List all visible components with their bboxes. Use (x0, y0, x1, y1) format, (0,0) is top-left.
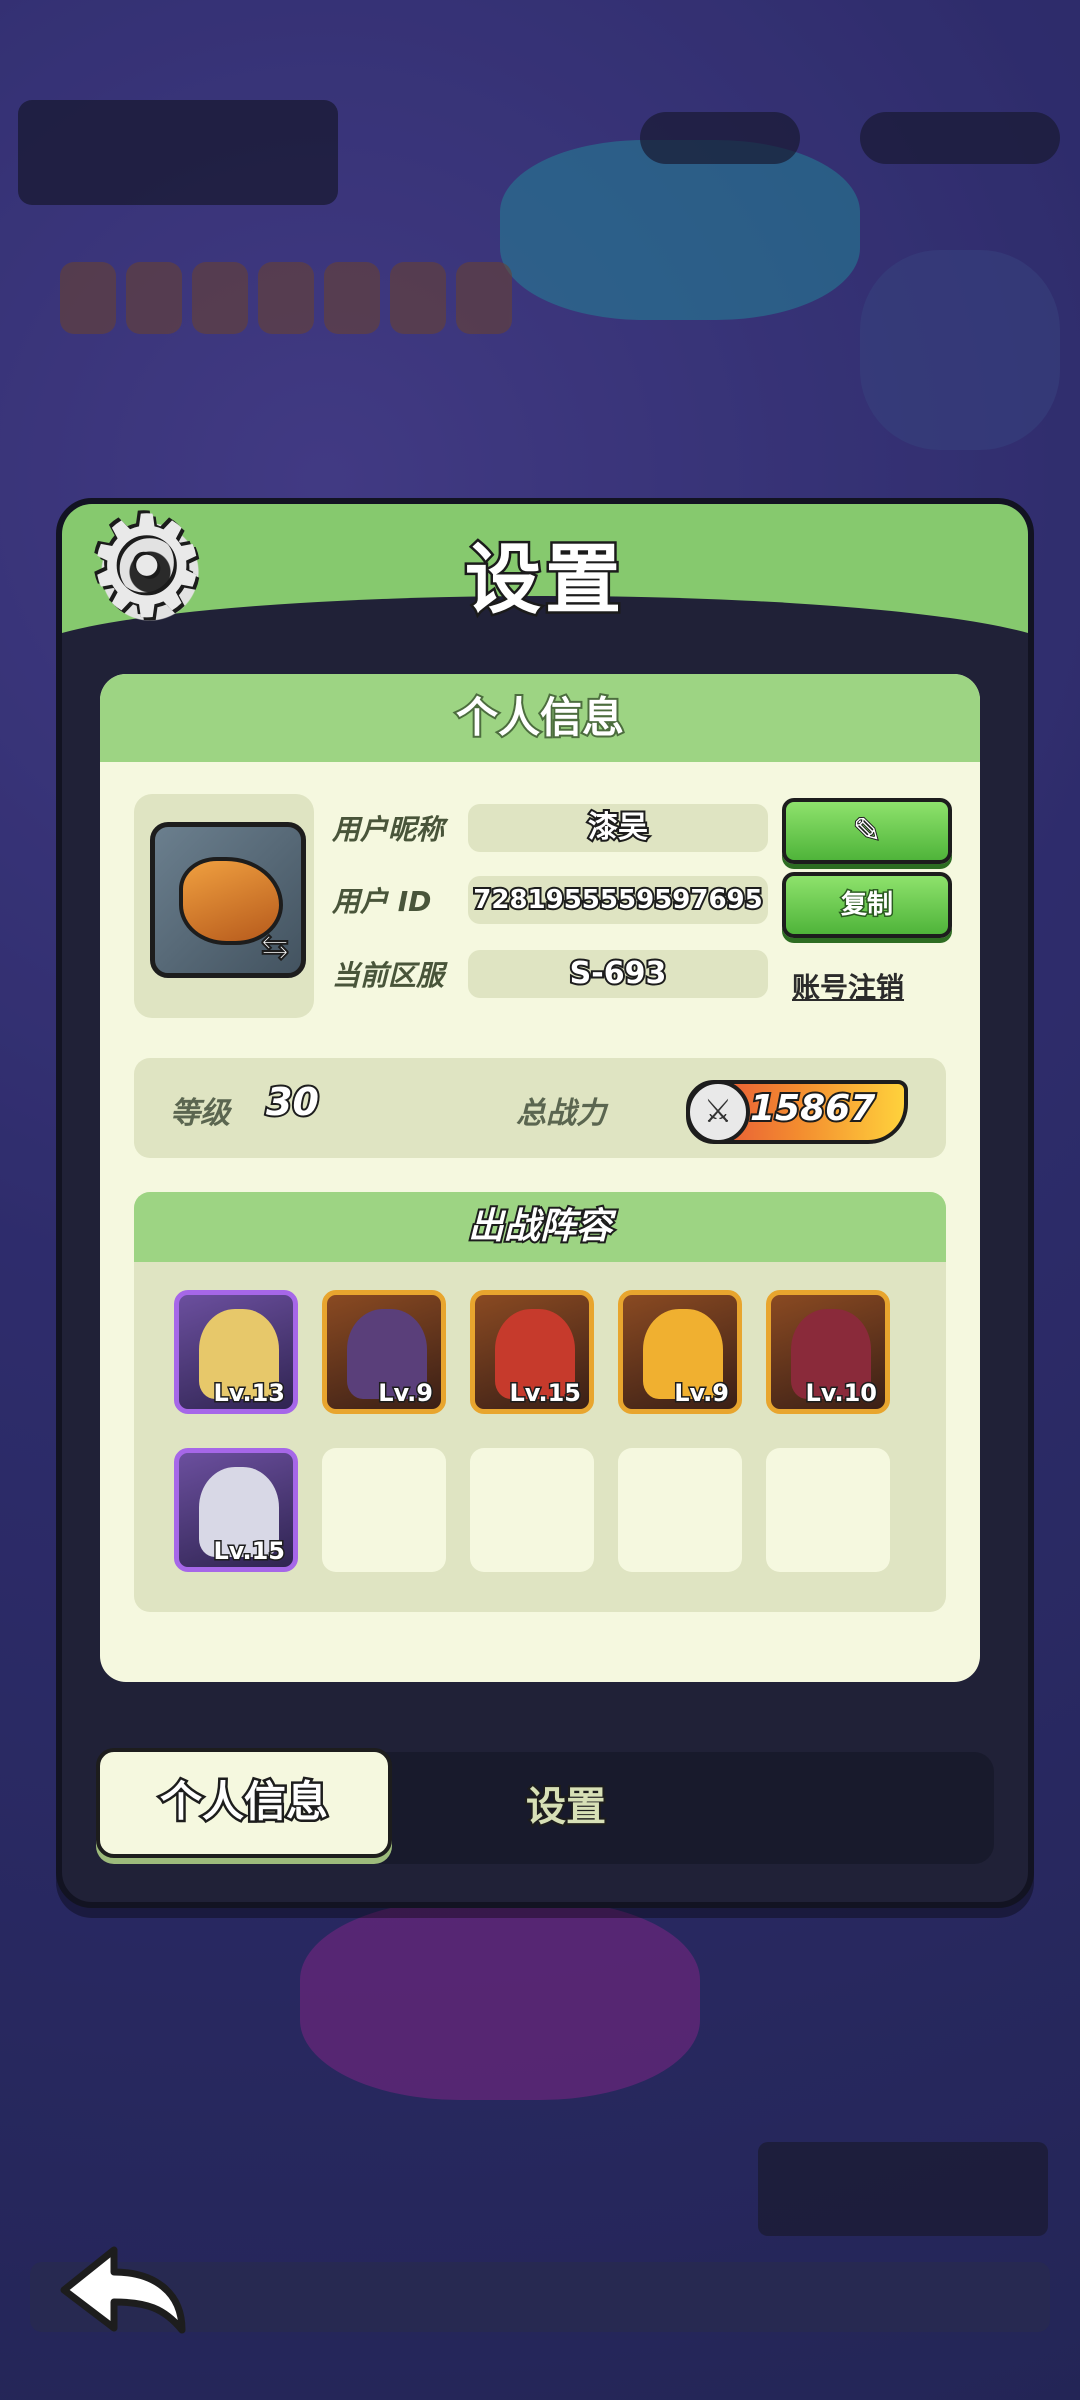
hero-level: Lv.9 (673, 1378, 731, 1409)
settings-dialog: 设置 个人信息 ⇆ 用户昵称 漆吴 ✎ 用户 ID 72819555595976… (56, 486, 1034, 1908)
profile-card: 个人信息 ⇆ 用户昵称 漆吴 ✎ 用户 ID 7281955559597695 … (100, 674, 980, 1682)
lineup-header: 出战阵容 (134, 1192, 946, 1262)
card-header: 个人信息 (100, 674, 980, 762)
stats-bar: 等级 30 总战力 ⚔ 15867 (134, 1058, 946, 1158)
hero-slot[interactable]: Lv.9 (618, 1290, 742, 1414)
hero-level: Lv.13 (212, 1378, 286, 1409)
empty-hero-slot[interactable] (322, 1448, 446, 1572)
userid-value: 7281955559597695 (468, 876, 768, 924)
server-value: S-693 (468, 950, 768, 998)
back-button[interactable] (54, 2240, 194, 2340)
swap-icon[interactable]: ⇆ (255, 926, 295, 968)
level-value: 30 (264, 1078, 321, 1126)
nickname-label: 用户昵称 (332, 813, 445, 846)
edit-nickname-button[interactable]: ✎ (782, 798, 952, 864)
dialog-title: 设置 (463, 533, 625, 627)
userid-label: 用户 ID (332, 885, 432, 918)
power-badge: ⚔ 15867 (686, 1080, 908, 1144)
empty-hero-slot[interactable] (618, 1448, 742, 1572)
hero-slot[interactable]: Lv.10 (766, 1290, 890, 1414)
tab-settings[interactable]: 设置 (476, 1752, 656, 1862)
hero-slot[interactable]: Lv.13 (174, 1290, 298, 1414)
dialog-tabs: 个人信息 设置 (96, 1748, 994, 1864)
tab-profile[interactable]: 个人信息 (96, 1748, 392, 1858)
server-label: 当前区服 (332, 959, 445, 992)
hero-level: Lv.9 (377, 1378, 435, 1409)
crossed-swords-icon: ⚔ (686, 1080, 750, 1144)
edit-icon: ✎ (852, 810, 882, 852)
copy-button[interactable]: 复制 (782, 872, 952, 938)
hero-level: Lv.15 (508, 1378, 582, 1409)
hero-slot[interactable]: Lv.9 (322, 1290, 446, 1414)
back-arrow-icon (60, 2246, 186, 2334)
avatar-frame: ⇆ (134, 794, 314, 1018)
hero-slot[interactable]: Lv.15 (470, 1290, 594, 1414)
level-label: 等级 (170, 1096, 230, 1131)
cancel-account-link[interactable]: 账号注销 (792, 966, 904, 1006)
avatar[interactable]: ⇆ (150, 822, 306, 978)
nickname-value: 漆吴 (468, 804, 768, 852)
empty-hero-slot[interactable] (470, 1448, 594, 1572)
hero-slot[interactable]: Lv.15 (174, 1448, 298, 1572)
battle-lineup: 出战阵容 Lv.13 Lv.9 Lv.15 Lv.9 Lv.10 Lv.15 (134, 1192, 946, 1612)
hero-level: Lv.10 (804, 1378, 878, 1409)
empty-hero-slot[interactable] (766, 1448, 890, 1572)
power-value: 15867 (748, 1086, 877, 1131)
power-label: 总战力 (516, 1096, 606, 1131)
hero-level: Lv.15 (212, 1536, 286, 1567)
